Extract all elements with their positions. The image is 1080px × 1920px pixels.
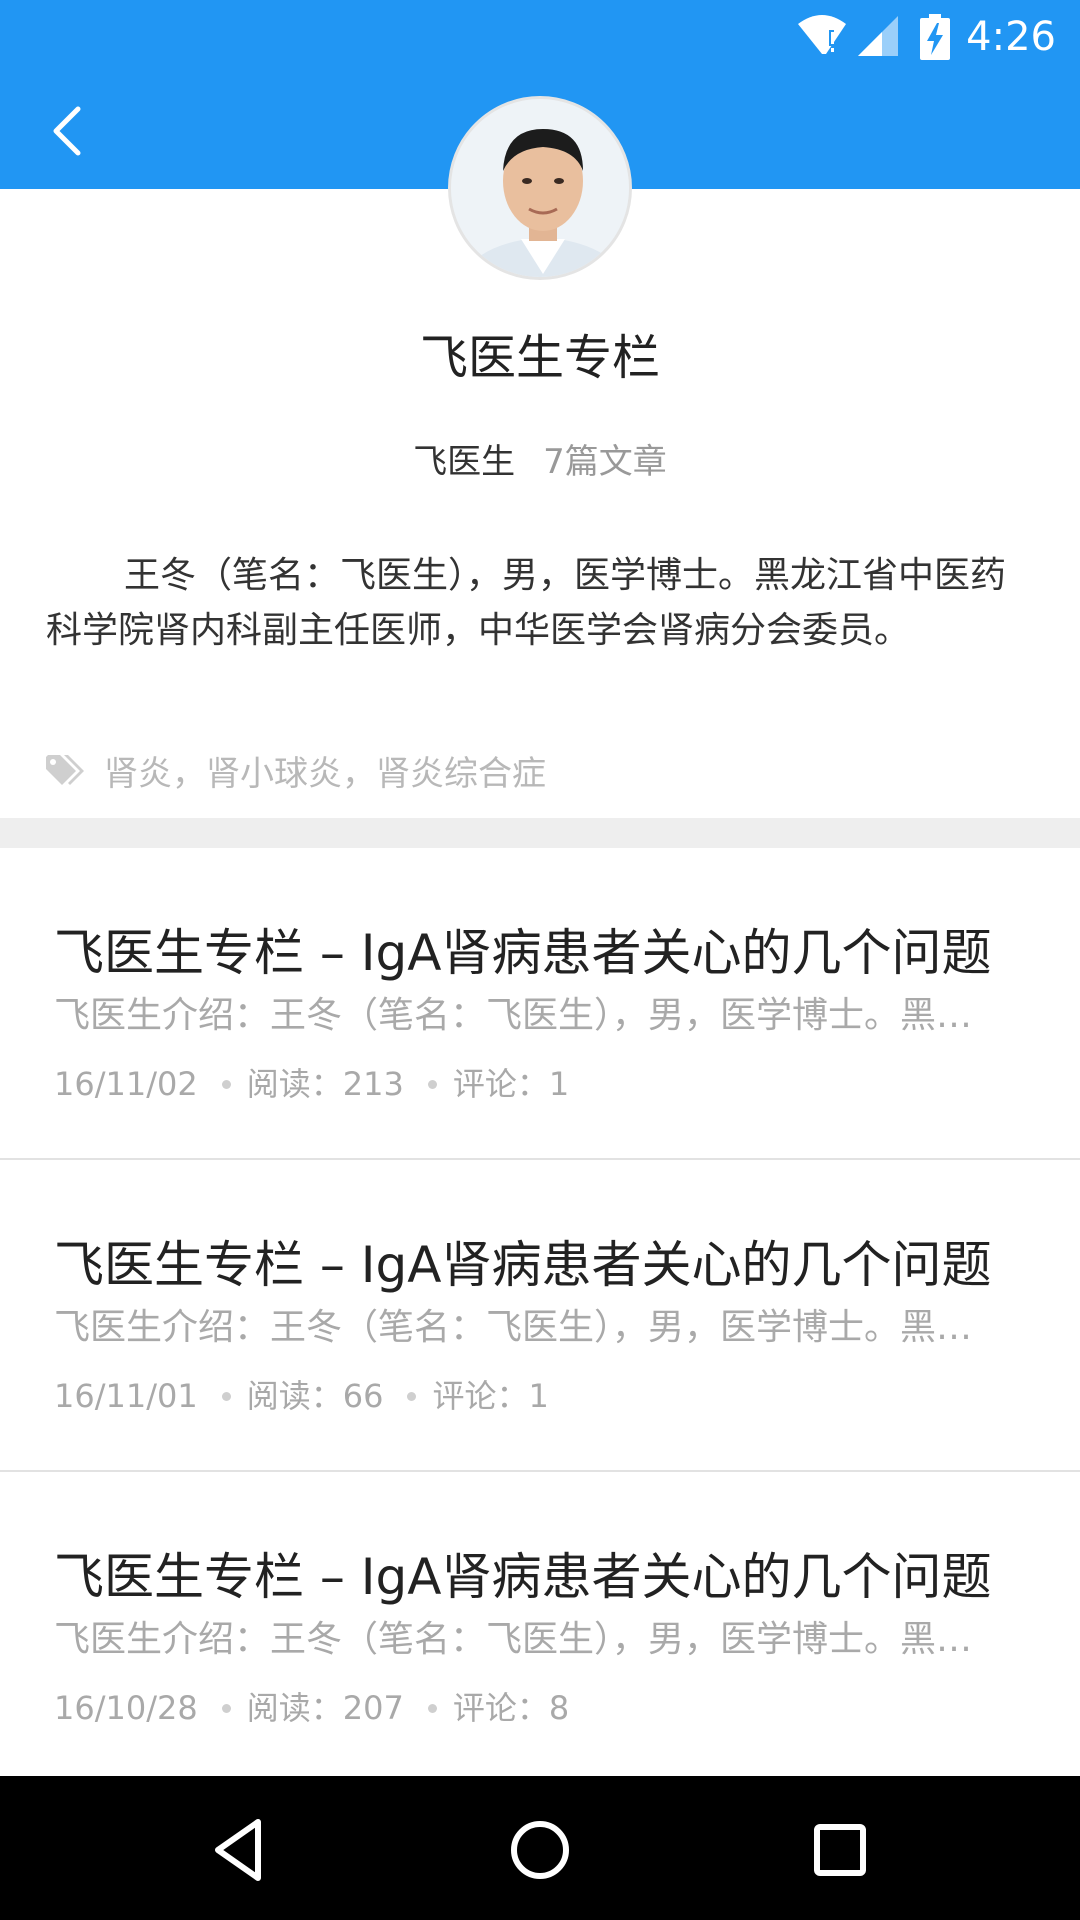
tag-row: 肾炎，肾小球炎，肾炎综合症 bbox=[44, 745, 546, 795]
recents-square-icon[interactable] bbox=[800, 1810, 880, 1890]
separator-dot bbox=[427, 1079, 437, 1089]
article-date: 16/11/02 bbox=[54, 1065, 198, 1103]
article-reads: 阅读：213 bbox=[246, 1065, 404, 1103]
author-bio: 王冬（笔名：飞医生），男，医学博士。黑龙江省中医药科学院肾内科副主任医师，中华医… bbox=[46, 555, 1007, 651]
section-divider bbox=[0, 818, 1080, 848]
column-title: 飞医生专栏 bbox=[419, 330, 660, 386]
doctor-portrait bbox=[451, 99, 629, 277]
article-comments: 评论：1 bbox=[452, 1065, 570, 1103]
article-stats: 16/11/01 阅读：66 评论：1 bbox=[54, 1375, 549, 1417]
author-name[interactable]: 飞医生 bbox=[413, 442, 515, 482]
article-title: 飞医生专栏 – IgA肾病患者关心的几个问题 bbox=[54, 924, 992, 982]
doctor-avatar[interactable] bbox=[448, 96, 632, 280]
status-time: 4:26 bbox=[966, 14, 1056, 60]
separator-dot bbox=[427, 1703, 437, 1713]
article-reads: 阅读：66 bbox=[246, 1377, 384, 1415]
article-title: 飞医生专栏 – IgA肾病患者关心的几个问题 bbox=[54, 1236, 992, 1294]
article-comments: 评论：1 bbox=[432, 1377, 549, 1415]
article-date: 16/10/28 bbox=[54, 1689, 198, 1727]
article-list: 飞医生专栏 – IgA肾病患者关心的几个问题 飞医生介绍：王冬（笔名：飞医生），… bbox=[0, 848, 1080, 1784]
article-stats: 16/10/28 阅读：207 评论：8 bbox=[54, 1687, 569, 1729]
article-date: 16/11/01 bbox=[54, 1377, 198, 1415]
back-triangle-icon[interactable] bbox=[200, 1810, 280, 1890]
system-nav-bar bbox=[0, 1776, 1080, 1920]
chevron-left-icon bbox=[53, 106, 81, 156]
home-circle-icon[interactable] bbox=[500, 1810, 580, 1890]
author-meta: 飞医生 7篇文章 bbox=[0, 440, 1080, 484]
signal-icon bbox=[858, 16, 898, 56]
article-count: 7篇文章 bbox=[543, 442, 667, 482]
tags-text: 肾炎，肾小球炎，肾炎综合症 bbox=[104, 753, 546, 794]
article-title: 飞医生专栏 – IgA肾病患者关心的几个问题 bbox=[54, 1548, 992, 1606]
separator-dot bbox=[221, 1391, 231, 1401]
article-summary: 飞医生介绍：王冬（笔名：飞医生），男，医学博士。黑龙江省中医药科学院 bbox=[54, 995, 1004, 1036]
article-item[interactable]: 飞医生专栏 – IgA肾病患者关心的几个问题 飞医生介绍：王冬（笔名：飞医生），… bbox=[0, 848, 1080, 1160]
back-button[interactable] bbox=[40, 95, 100, 167]
article-item[interactable]: 飞医生专栏 – IgA肾病患者关心的几个问题 飞医生介绍：王冬（笔名：飞医生），… bbox=[0, 1472, 1080, 1784]
battery-charging-icon bbox=[920, 14, 950, 60]
article-reads: 阅读：207 bbox=[246, 1689, 404, 1727]
article-item[interactable]: 飞医生专栏 – IgA肾病患者关心的几个问题 飞医生介绍：王冬（笔名：飞医生），… bbox=[0, 1160, 1080, 1472]
wifi-icon bbox=[798, 15, 846, 54]
article-comments: 评论：8 bbox=[452, 1689, 570, 1727]
tag-icon bbox=[46, 755, 84, 785]
article-summary: 飞医生介绍：王冬（笔名：飞医生），男，医学博士。黑龙江省中医药科学院 bbox=[54, 1307, 1004, 1348]
status-bar: 4:26 bbox=[0, 0, 1080, 75]
separator-dot bbox=[221, 1079, 231, 1089]
article-stats: 16/11/02 阅读：213 评论：1 bbox=[54, 1063, 569, 1105]
separator-dot bbox=[407, 1391, 417, 1401]
separator-dot bbox=[221, 1703, 231, 1713]
article-summary: 飞医生介绍：王冬（笔名：飞医生），男，医学博士。黑龙江省中医药科学院 bbox=[54, 1619, 1004, 1660]
